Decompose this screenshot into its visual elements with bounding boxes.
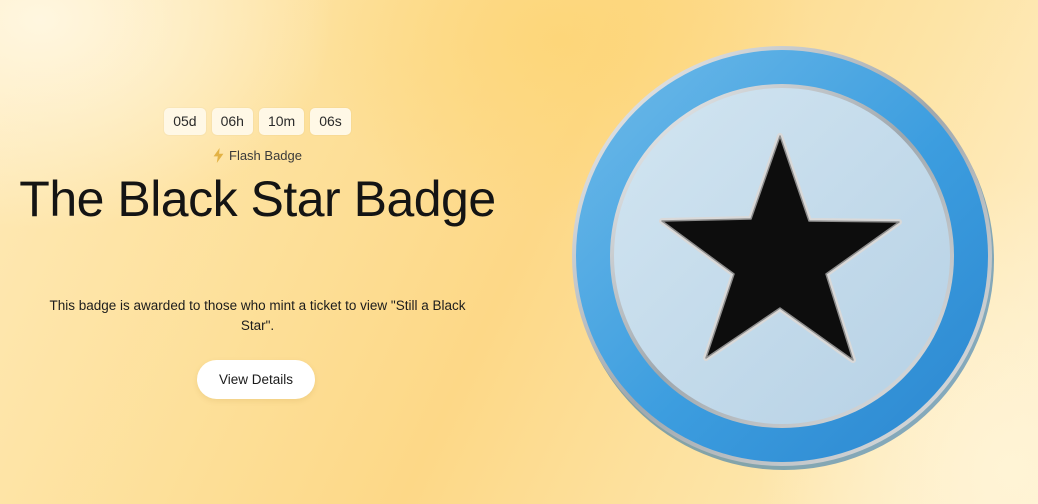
- countdown-seconds: 06s: [310, 108, 351, 135]
- countdown-days: 05d: [164, 108, 206, 135]
- countdown-timer: 05d 06h 10m 06s: [0, 108, 515, 135]
- countdown-minutes: 10m: [258, 108, 305, 135]
- hero-content: 05d 06h 10m 06s Flash Badge The Black St…: [0, 0, 515, 504]
- page-title: The Black Star Badge: [19, 171, 496, 227]
- flash-badge-hero: 05d 06h 10m 06s Flash Badge The Black St…: [0, 0, 1038, 504]
- badge-type-text: Flash Badge: [229, 148, 302, 163]
- lightning-bolt-icon: [213, 148, 224, 163]
- black-star-badge-image: [566, 42, 998, 474]
- badge-description: This badge is awarded to those who mint …: [49, 298, 466, 333]
- countdown-hours: 06h: [211, 108, 253, 135]
- view-details-button[interactable]: View Details: [197, 360, 315, 399]
- badge-type-label: Flash Badge: [0, 148, 515, 163]
